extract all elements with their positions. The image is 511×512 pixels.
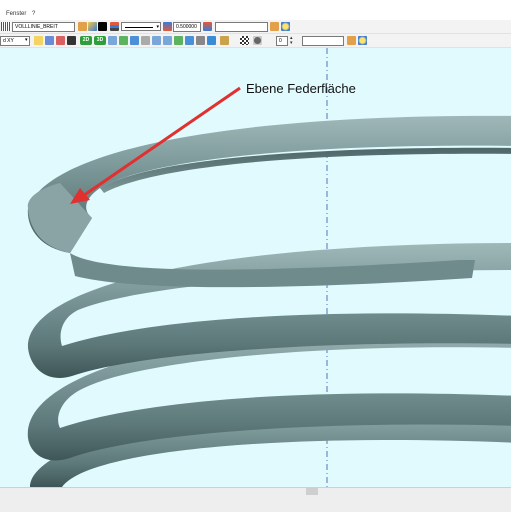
horizontal-scrollbar-thumb[interactable] [306,488,318,495]
view-2d-button[interactable]: 2D [80,36,92,45]
spring-model [27,48,511,487]
layer-manager-icon[interactable] [270,22,279,31]
color-swatch-icon[interactable] [98,22,107,31]
color-field[interactable] [215,22,268,32]
snap-icon[interactable] [34,36,43,45]
pen-icon[interactable] [56,36,65,45]
zoom-window-icon[interactable] [130,36,139,45]
line-preview-select[interactable]: ▾ [121,22,161,31]
rotate-icon[interactable] [108,36,117,45]
layer-manager-icon-2[interactable] [347,36,356,45]
select-icon[interactable] [45,36,54,45]
zoom-previous-icon[interactable] [185,36,194,45]
linetype-field[interactable]: VOLLLINIE_BREIT [12,22,75,32]
menu-item-help[interactable]: ? [32,11,35,17]
render-icon[interactable] [220,36,229,45]
section-icon[interactable] [196,36,205,45]
tree-icon[interactable] [119,36,128,45]
shading-icon[interactable] [253,36,262,45]
chevron-down-icon[interactable]: ▾ [25,37,28,43]
annotation-label: Ebene Federfläche [246,81,356,96]
menu-bar: Fenster ? [0,0,511,20]
view-3d-button[interactable]: 3D [94,36,106,45]
zoom-out-icon[interactable] [163,36,172,45]
status-bar [0,487,511,512]
layer-icon[interactable] [78,22,87,31]
lightbulb-icon-2[interactable] [358,36,367,45]
zoom-fit-icon[interactable] [174,36,183,45]
linestyle-icon[interactable] [110,22,119,31]
zoom-in-icon[interactable] [152,36,161,45]
step-spinner[interactable]: ▴ ▾ [290,36,296,46]
hatch-pattern-icon[interactable] [240,36,249,45]
lineweight-icon [163,22,172,31]
step-field[interactable]: 0 [276,36,288,46]
toolbar-view: d XY ▾ 2D 3D 0 ▴ ▾ [0,34,511,48]
toolbar-properties: VOLLLINIE_BREIT ▾ 0.500000 [0,20,511,34]
transparency-icon [203,22,212,31]
color-wheel-icon[interactable] [88,22,97,31]
measure-icon[interactable] [67,36,76,45]
view-cube-icon[interactable] [207,36,216,45]
pan-icon[interactable] [141,36,150,45]
hatch-icon[interactable] [1,22,11,31]
search-field[interactable] [302,36,344,46]
lightbulb-icon[interactable] [281,22,290,31]
menu-item-fenster[interactable]: Fenster [6,11,26,17]
3d-viewport[interactable] [0,48,511,487]
lineweight-field[interactable]: 0.500000 [173,22,201,32]
